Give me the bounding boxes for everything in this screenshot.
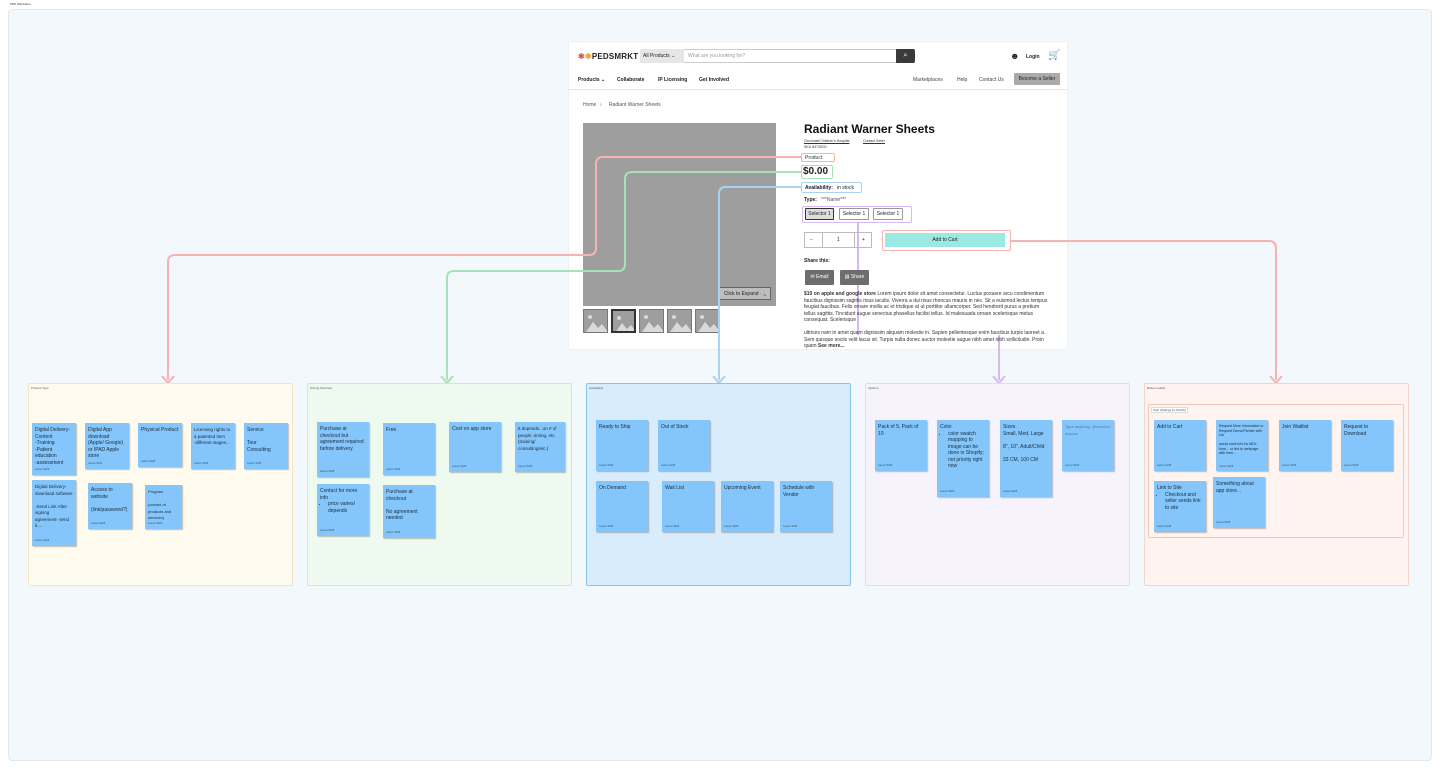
sticky-note[interactable]: Wait List Lauren Wolff	[662, 481, 714, 532]
sticky-note[interactable]: Free Lauren Wolff	[383, 423, 435, 475]
sticky-note[interactable]: Sizes Small, Med, Large 8", 10", Adult/C…	[1000, 420, 1052, 497]
product-description: $10 on apple and google store Lorem ipsu…	[804, 291, 1052, 324]
sticky-note[interactable]: Join Waitlist Lauren Wolff	[1279, 420, 1331, 471]
type-label: Type:	[804, 197, 817, 203]
section-title: Options	[868, 386, 879, 390]
sticky-note[interactable]: Cost on app store Lauren Wolff	[449, 422, 501, 472]
sticky-note[interactable]: Link to SiteCheckout and seller sends li…	[1154, 481, 1206, 532]
sticky-note[interactable]: Digital Delivery- Content -Training -Pat…	[32, 423, 76, 475]
sticky-note[interactable]: Request to Download Lauren Wolff	[1341, 420, 1393, 471]
sticky-note[interactable]: Digital App download (Apple/ Google) or …	[85, 423, 129, 469]
connector-availability	[718, 186, 804, 380]
sticky-note[interactable]: Out of Stock Lauren Wolff	[658, 420, 710, 471]
sticky-note[interactable]: Service Tour Consulting Lauren Wolff	[244, 423, 288, 469]
sticky-note[interactable]: It depends...on # of people, timing, etc…	[515, 422, 565, 472]
qty-input[interactable]: 1	[837, 237, 840, 243]
sticky-note[interactable]: Contact for more infoprice varies/ depen…	[317, 484, 369, 536]
section-options: Options	[865, 383, 1130, 586]
connector-product-type	[167, 156, 804, 380]
sticky-note[interactable]: Something about app store... Lauren Wolff	[1213, 477, 1265, 528]
inner-group-title: Path (Dialogs for Modify)	[1151, 407, 1189, 413]
availability-value: in stock	[837, 185, 854, 191]
see-more-link[interactable]: See more...	[818, 343, 845, 349]
add-to-cart-button[interactable]: Add to Cart	[885, 233, 1005, 247]
share-email-button[interactable]: ✉ Email	[805, 270, 834, 285]
sticky-note[interactable]: Purchase at checkout but agreement requi…	[317, 422, 369, 477]
share-label: Share this:	[804, 258, 830, 264]
selector-option-active[interactable]: Selector 1	[805, 208, 834, 220]
section-title: Availability	[589, 386, 604, 390]
qty-divider	[822, 232, 823, 248]
section-title: Pricing Structure	[310, 386, 333, 390]
sticky-note[interactable]: Program (combo of products and services)…	[145, 485, 182, 529]
type-value: ***Name***	[821, 197, 847, 203]
sticky-note[interactable]: Schedule with Vendor Lauren Wolff	[780, 481, 832, 532]
product-description-2: ultrices nam in amet quam dignissim aliq…	[804, 330, 1052, 350]
sticky-note[interactable]: Request More Information or Request Demo…	[1216, 420, 1268, 471]
sticky-note[interactable]: On Demand Lauren Wolff	[596, 481, 648, 532]
price: $0.00	[803, 166, 829, 177]
availability-label: Availability:	[805, 185, 833, 191]
connector-pricing	[446, 171, 804, 380]
sticky-note[interactable]: Colorcolor swatch mapping to image can b…	[937, 420, 989, 497]
selector-option[interactable]: Selector 1	[839, 208, 869, 220]
share-button[interactable]: ▤ Share	[840, 270, 869, 285]
sticky-note[interactable]: Digital Delivery- download software -Sen…	[32, 480, 76, 546]
sticky-note[interactable]: Licensing rights to a patented item -dif…	[191, 423, 235, 469]
selector-option[interactable]: Selector 1	[873, 208, 903, 220]
sticky-note-empty[interactable]: Type anything, @mention anyone Lauren Wol…	[1062, 420, 1114, 471]
section-title: Button Labels	[1147, 386, 1166, 390]
product-type-badge: Product	[801, 153, 835, 162]
sticky-note[interactable]: Purchase at checkout No agreement needed…	[383, 485, 435, 538]
sticky-note[interactable]: Ready to Ship Lauren Wolff	[596, 420, 648, 471]
sticky-note[interactable]: Access to website (link/password?) Lauren…	[88, 483, 132, 529]
qty-increment-button[interactable]: +	[862, 237, 865, 243]
qty-decrement-button[interactable]: −	[810, 237, 813, 243]
qty-divider	[854, 232, 855, 248]
section-title: Product Type	[31, 386, 49, 390]
sticky-note[interactable]: Add to Cart Lauren Wolff	[1154, 420, 1206, 471]
sticky-note[interactable]: Upcoming Event Lauren Wolff	[721, 481, 773, 532]
description-highlight: $10 on apple and google store	[804, 291, 876, 297]
sticky-note[interactable]: Pack of 5, Pack of 10 Lauren Wolff	[875, 420, 927, 471]
sticky-note[interactable]: Physical Product Lauren Wolff	[138, 423, 182, 467]
